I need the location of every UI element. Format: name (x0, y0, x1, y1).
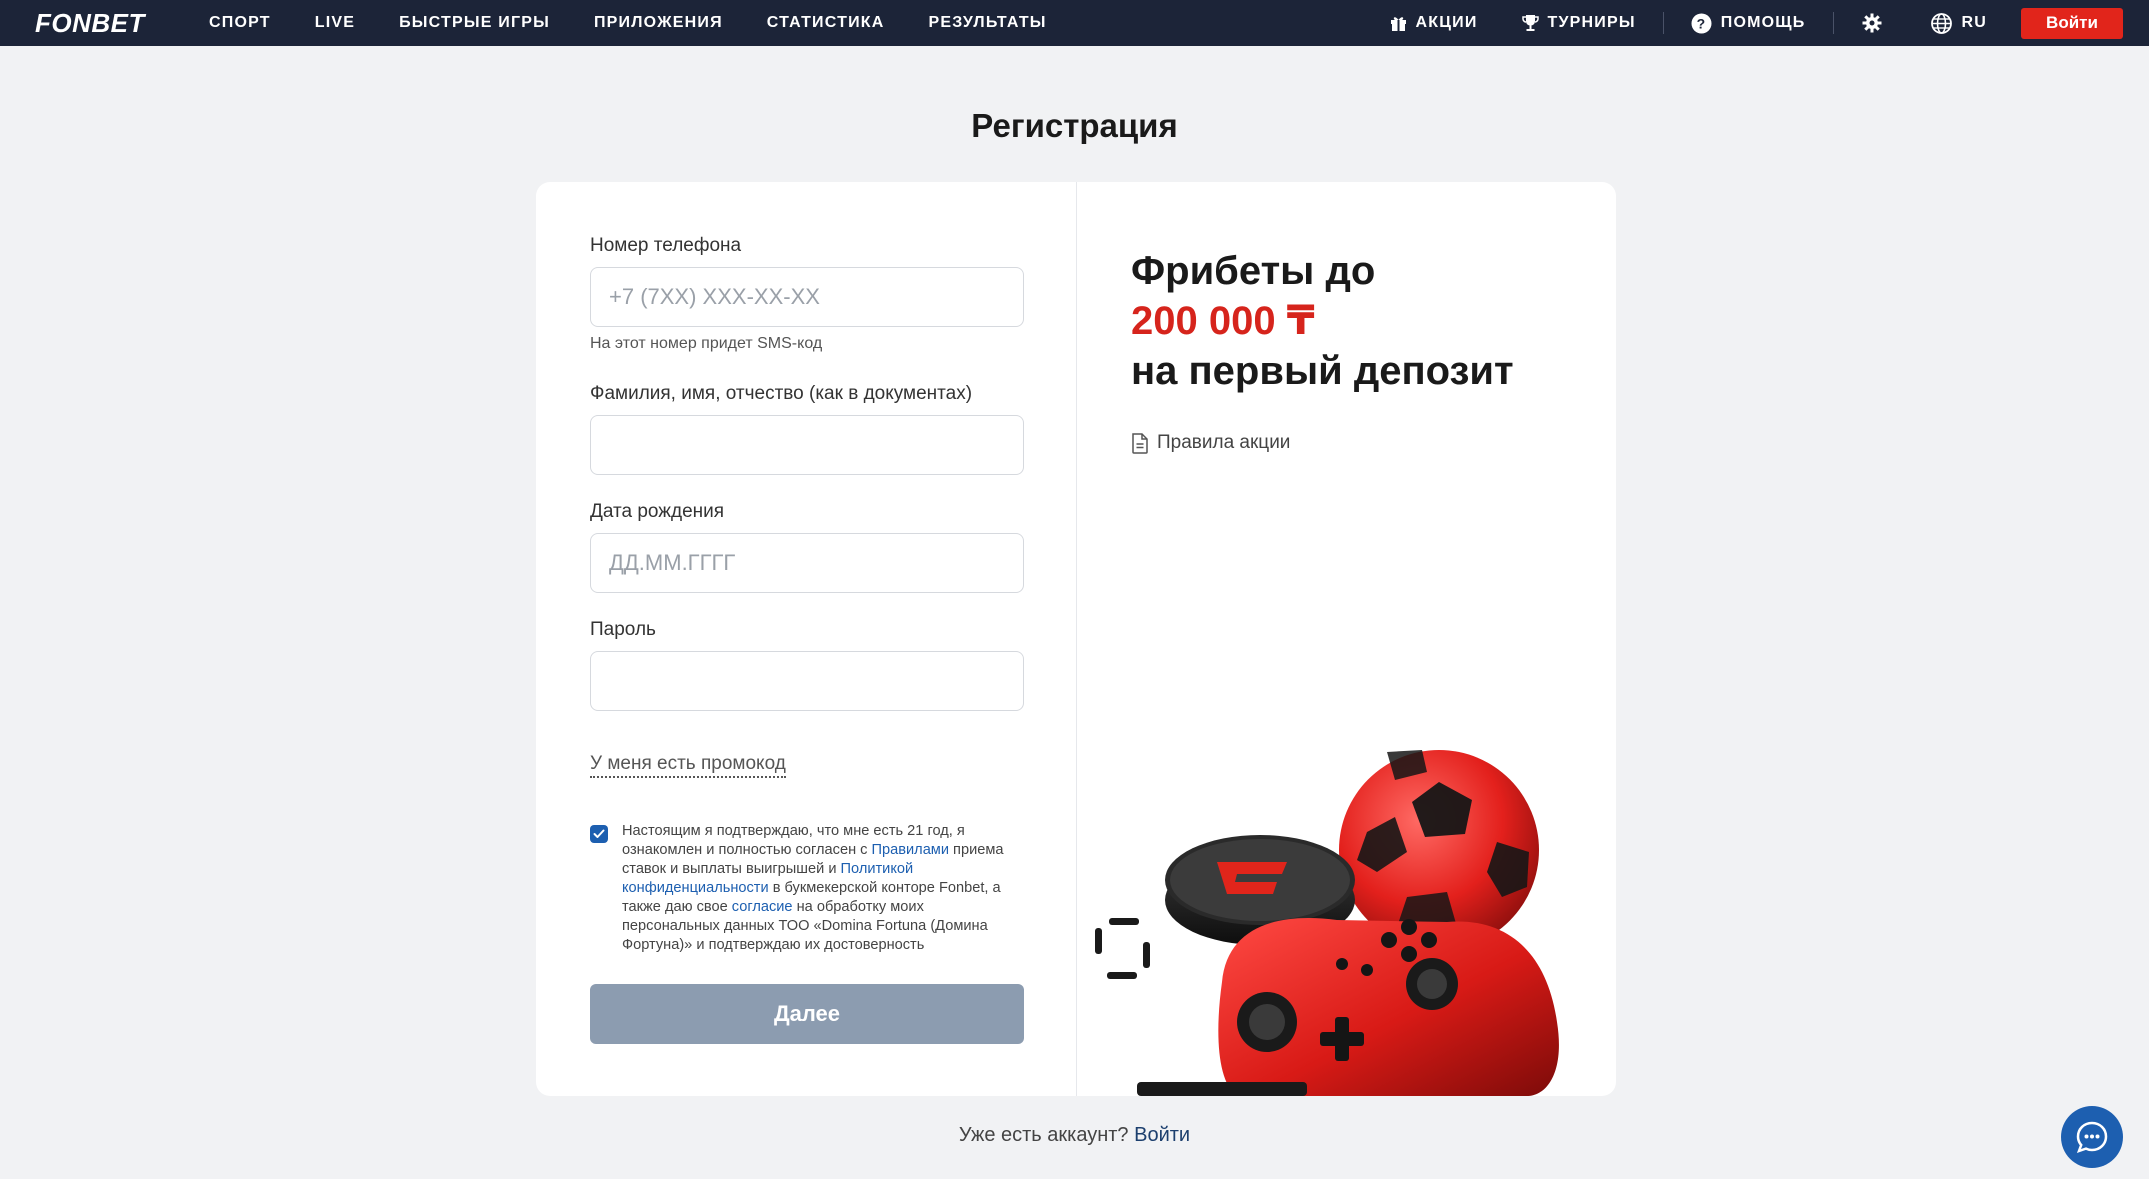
promo-line-1: Фрибеты до (1131, 249, 1376, 293)
phone-input[interactable]: +7 (7XX) XXX-XX-XX (590, 267, 1024, 327)
settings-button[interactable] (1862, 13, 1891, 33)
birth-date-input[interactable]: ДД.ММ.ГГГГ (590, 533, 1024, 593)
promo-headline: Фрибеты до 200 000 ₸ на первый депозит (1131, 246, 1514, 396)
promotions-link[interactable]: АКЦИИ (1390, 14, 1478, 32)
page-title: Регистрация (971, 107, 1178, 144)
promo-rules-link[interactable]: Правила акции (1131, 432, 1290, 454)
document-icon (1132, 432, 1148, 454)
consent-text: Настоящим я подтверждаю, что мне есть 21… (622, 822, 1024, 955)
checkmark-icon (593, 829, 605, 838)
chat-icon (2076, 1121, 2108, 1154)
promo-rules-label: Правила акции (1157, 432, 1291, 453)
svg-text:?: ? (1696, 15, 1706, 31)
rules-link[interactable]: Правилами (872, 842, 949, 858)
phone-placeholder: +7 (7XX) XXX-XX-XX (609, 284, 820, 309)
promo-code-link[interactable]: У меня есть промокод (590, 753, 786, 778)
phone-hint: На этот номер придет SMS-код (590, 335, 823, 352)
bracket-decoration (1095, 918, 1150, 979)
help-label: ПОМОЩЬ (1720, 14, 1806, 31)
consent-block: Настоящим я подтверждаю, что мне есть 21… (590, 822, 1024, 955)
password-input[interactable] (590, 651, 1024, 711)
nav-item-results[interactable]: РЕЗУЛЬТАТЫ (929, 14, 1047, 32)
header-divider (1833, 12, 1835, 34)
consent-checkbox[interactable] (590, 825, 608, 843)
support-chat-button[interactable] (2061, 1106, 2123, 1168)
header-login-button[interactable]: Войти (2021, 7, 2123, 39)
promo-panel: Фрибеты до 200 000 ₸ на первый депозит П… (1077, 182, 1616, 1096)
promotions-label: АКЦИИ (1415, 14, 1478, 31)
promo-line-3: на первый депозит (1131, 349, 1514, 393)
data-consent-link[interactable]: согласие (732, 899, 793, 915)
login-prompt-text: Уже есть аккаунт? (958, 1124, 1129, 1146)
help-icon: ? (1691, 13, 1712, 33)
language-selector[interactable]: RU (1931, 12, 1987, 34)
birth-date-label: Дата рождения (590, 501, 725, 522)
globe-icon (1931, 12, 1953, 34)
full-name-label: Фамилия, имя, отчество (как в документах… (590, 383, 973, 404)
header-right-nav: АКЦИИ ТУРНИРЫ ? ПОМОЩЬ RU Войти (1390, 0, 2149, 46)
promo-amount: 200 000 ₸ (1131, 299, 1315, 343)
promo-illustration (1095, 750, 1559, 1096)
login-prompt: Уже есть аккаунт? Войти (0, 1124, 2149, 1147)
nav-item-live[interactable]: LIVE (315, 14, 355, 32)
tournaments-label: ТУРНИРЫ (1547, 14, 1636, 31)
tournaments-link[interactable]: ТУРНИРЫ (1521, 14, 1636, 32)
nav-item-apps[interactable]: ПРИЛОЖЕНИЯ (594, 14, 723, 32)
footer-login-link[interactable]: Войти (1134, 1124, 1190, 1146)
nav-item-sport[interactable]: СПОРТ (209, 14, 271, 32)
fonbet-logo[interactable]: FONBET (35, 8, 145, 39)
birth-date-placeholder: ДД.ММ.ГГГГ (609, 550, 736, 575)
top-navigation-bar: FONBET СПОРТ LIVE БЫСТРЫЕ ИГРЫ ПРИЛОЖЕНИ… (0, 0, 2149, 46)
gift-icon (1390, 16, 1406, 31)
main-nav: СПОРТ LIVE БЫСТРЫЕ ИГРЫ ПРИЛОЖЕНИЯ СТАТИ… (209, 0, 1091, 46)
trophy-icon (1521, 15, 1539, 31)
full-name-input[interactable] (590, 415, 1024, 475)
help-link[interactable]: ? ПОМОЩЬ (1691, 13, 1806, 34)
password-label: Пароль (590, 619, 656, 640)
registration-card: Номер телефона +7 (7XX) XXX-XX-XX На это… (536, 182, 1616, 1096)
next-button[interactable]: Далее (590, 984, 1024, 1044)
nav-item-statistics[interactable]: СТАТИСТИКА (767, 14, 885, 32)
phone-label: Номер телефона (590, 235, 742, 256)
nav-item-fast-games[interactable]: БЫСТРЫЕ ИГРЫ (399, 14, 550, 32)
language-label: RU (1961, 14, 1987, 31)
gear-icon (1862, 13, 1882, 33)
header-divider (1662, 12, 1664, 34)
